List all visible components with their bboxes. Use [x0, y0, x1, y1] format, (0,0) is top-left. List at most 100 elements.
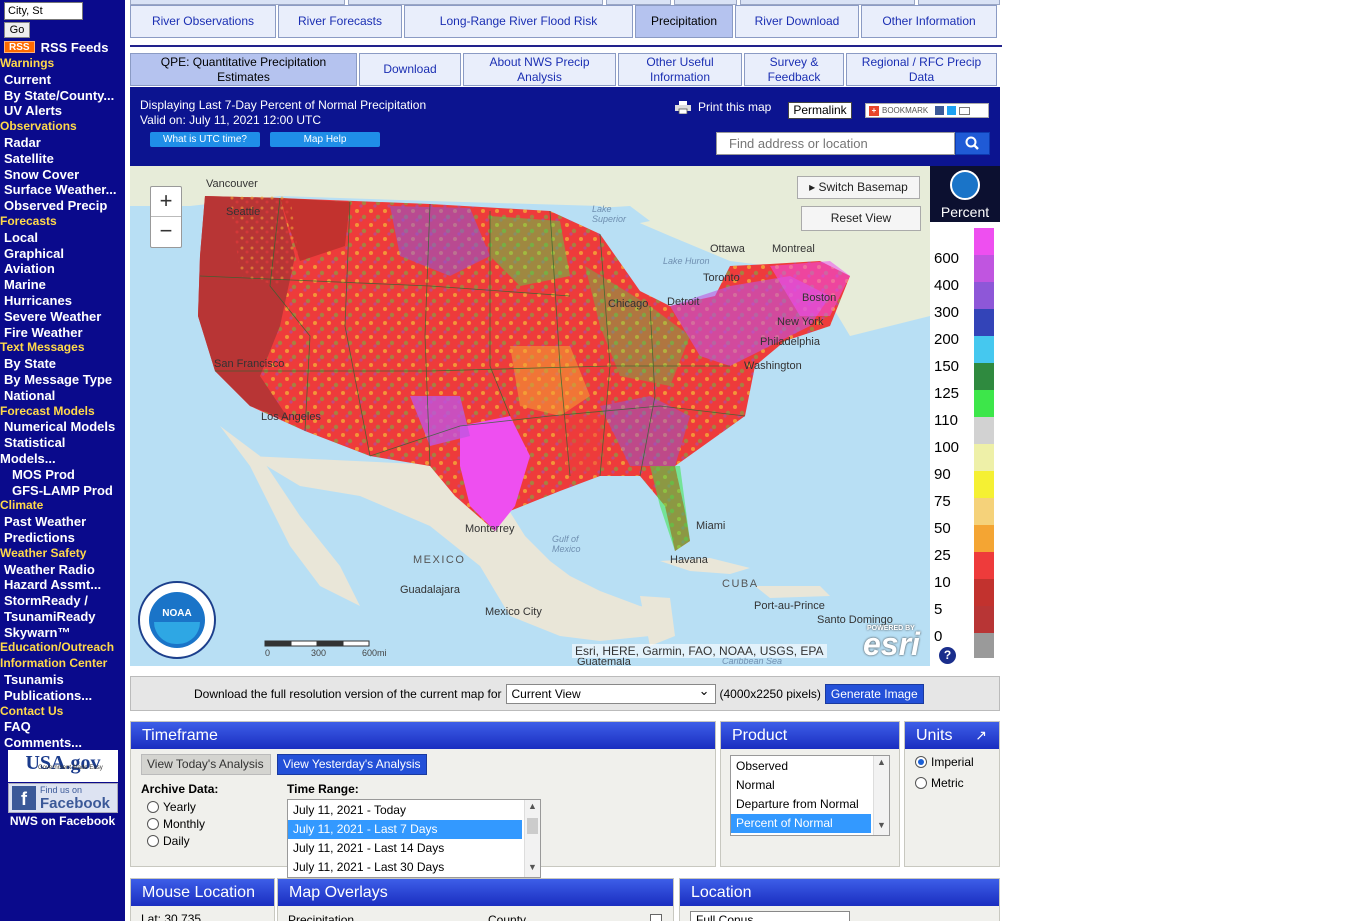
product-option[interactable]: Departure from Normal: [731, 795, 871, 814]
sidebar-link[interactable]: Snow Cover: [0, 167, 125, 183]
view-yesterday-button[interactable]: View Yesterday's Analysis: [277, 754, 427, 775]
subnav-tab[interactable]: QPE: Quantitative Precipitation Estimate…: [130, 53, 357, 86]
time-range-scrollbar[interactable]: ▲ ▼: [524, 800, 540, 877]
sidebar-link[interactable]: Surface Weather...: [0, 182, 125, 198]
legend-label: 25: [934, 547, 951, 564]
location-search-input[interactable]: [4, 2, 83, 20]
radio-icon: [147, 835, 159, 847]
subnav-tab[interactable]: About NWS Precip Analysis: [463, 53, 616, 86]
sidebar-link[interactable]: Statistical: [0, 435, 125, 451]
map-label-city: Boston: [802, 292, 837, 304]
scroll-up-icon[interactable]: ▲: [528, 801, 537, 811]
sidebar-link[interactable]: FAQ: [0, 719, 125, 735]
download-bar: Download the full resolution version of …: [130, 676, 1000, 711]
switch-basemap-button[interactable]: ▸ Switch Basemap: [797, 176, 920, 199]
sidebar-link[interactable]: Radar: [0, 135, 125, 151]
sidebar-link[interactable]: Predictions: [0, 530, 125, 546]
scroll-down-icon[interactable]: ▼: [877, 820, 886, 830]
sidebar-link[interactable]: GFS-LAMP Prod: [0, 483, 125, 499]
sidebar-link[interactable]: StormReady /: [0, 593, 125, 609]
go-button[interactable]: Go: [4, 22, 30, 38]
county-overlay-checkbox[interactable]: [650, 914, 662, 921]
nav-tab[interactable]: Precipitation: [635, 5, 733, 38]
zoom-in-button[interactable]: +: [151, 187, 181, 217]
sidebar-link[interactable]: Publications...: [0, 688, 125, 704]
product-option[interactable]: Percent of Normal: [731, 814, 871, 833]
nav-tab[interactable]: River Forecasts: [278, 5, 402, 38]
address-search-input[interactable]: [716, 132, 955, 155]
nav-tab[interactable]: River Download: [735, 5, 859, 38]
product-option[interactable]: Normal: [731, 776, 871, 795]
scroll-up-icon[interactable]: ▲: [877, 757, 886, 767]
sidebar-link[interactable]: Aviation: [0, 261, 125, 277]
download-extent-select[interactable]: Current View: [505, 683, 716, 704]
sidebar-link[interactable]: Tsunamis: [0, 672, 125, 688]
sidebar-link[interactable]: Weather Radio: [0, 562, 125, 578]
usagov-logo-link[interactable]: USA.gov Government Made Easy: [8, 750, 118, 782]
time-range-option[interactable]: July 11, 2021 - Last 14 Days: [288, 839, 522, 858]
archive-radio[interactable]: Yearly: [147, 800, 196, 814]
sidebar-link[interactable]: UV Alerts: [0, 103, 125, 119]
utc-time-button[interactable]: What is UTC time?: [150, 132, 260, 147]
unit-radio[interactable]: Imperial: [915, 755, 974, 769]
permalink-button[interactable]: Permalink: [788, 102, 852, 119]
sidebar-link[interactable]: By State/County...: [0, 88, 125, 104]
product-title: Product: [721, 722, 899, 749]
rss-feeds-link[interactable]: RSS RSS Feeds: [4, 40, 108, 55]
product-option[interactable]: Observed: [731, 757, 871, 776]
sidebar-link[interactable]: MOS Prod: [0, 467, 125, 483]
search-button[interactable]: [955, 132, 990, 155]
sidebar-link[interactable]: Comments...: [0, 735, 125, 751]
facebook-link[interactable]: f Find us on Facebook: [8, 783, 118, 813]
bookmark-button[interactable]: + BOOKMARK: [865, 103, 989, 118]
legend-help-icon[interactable]: ?: [939, 647, 956, 664]
sidebar-link[interactable]: Local: [0, 230, 125, 246]
subnav-tab[interactable]: Survey & Feedback: [744, 53, 844, 86]
subnav-tab[interactable]: Other Useful Information: [618, 53, 742, 86]
sidebar-link[interactable]: Skywarn™: [0, 625, 125, 641]
map-help-button[interactable]: Map Help: [270, 132, 380, 147]
product-scrollbar[interactable]: ▲ ▼: [873, 756, 889, 835]
nav-tab[interactable]: River Observations: [130, 5, 276, 38]
time-range-listbox[interactable]: July 11, 2021 - Today July 11, 2021 - Las…: [287, 799, 541, 878]
product-listbox[interactable]: Observed Normal Departure from Normal Perce…: [730, 755, 890, 836]
sidebar-link[interactable]: Observed Precip: [0, 198, 125, 214]
switch-basemap-label: Switch Basemap: [818, 180, 908, 194]
sidebar-link[interactable]: TsunamiReady: [0, 609, 125, 625]
sidebar-link[interactable]: Graphical: [0, 246, 125, 262]
subnav-tab[interactable]: Download: [359, 53, 461, 86]
subnav-tab[interactable]: Regional / RFC Precip Data: [846, 53, 997, 86]
mouse-location-panel: Mouse Location Lat: 30.735: [130, 878, 275, 921]
time-range-option[interactable]: July 11, 2021 - Last 30 Days: [288, 858, 522, 877]
sidebar-link[interactable]: National: [0, 388, 125, 404]
nws-on-facebook-link[interactable]: NWS on Facebook: [0, 814, 125, 828]
sidebar-link[interactable]: Fire Weather: [0, 325, 125, 341]
sidebar-link[interactable]: Hazard Assmt...: [0, 577, 125, 593]
unit-radio[interactable]: Metric: [915, 776, 964, 790]
archive-radio[interactable]: Monthly: [147, 817, 205, 831]
sidebar-link[interactable]: Numerical Models: [0, 419, 125, 435]
print-map-link[interactable]: Print this map: [675, 100, 771, 114]
sidebar-link[interactable]: Current: [0, 72, 125, 88]
sidebar-link[interactable]: Hurricanes: [0, 293, 125, 309]
view-today-button[interactable]: View Today's Analysis: [141, 754, 271, 775]
nav-tab[interactable]: Long-Range River Flood Risk: [404, 5, 633, 38]
zoom-out-button[interactable]: −: [151, 217, 181, 247]
expand-icon[interactable]: ↗: [975, 722, 987, 749]
time-range-option[interactable]: July 11, 2021 - Today: [288, 801, 522, 820]
precipitation-map[interactable]: + − ▸ Switch Basemap Reset View Vancouve…: [130, 166, 930, 666]
location-select[interactable]: Full Conus: [690, 911, 850, 921]
time-range-option[interactable]: July 11, 2021 - Last 7 Days: [288, 820, 522, 839]
generate-image-button[interactable]: Generate Image: [824, 683, 924, 704]
sidebar-link[interactable]: Marine: [0, 277, 125, 293]
archive-radio[interactable]: Daily: [147, 834, 190, 848]
reset-view-button[interactable]: Reset View: [801, 206, 921, 231]
sidebar-link[interactable]: Past Weather: [0, 514, 125, 530]
sidebar-link[interactable]: Satellite: [0, 151, 125, 167]
sidebar-link[interactable]: By State: [0, 356, 125, 372]
sidebar-link[interactable]: Severe Weather: [0, 309, 125, 325]
nav-tab[interactable]: Other Information: [861, 5, 997, 38]
sidebar-link[interactable]: Models...: [0, 451, 125, 467]
sidebar-link[interactable]: By Message Type: [0, 372, 125, 388]
scroll-down-icon[interactable]: ▼: [528, 862, 537, 872]
